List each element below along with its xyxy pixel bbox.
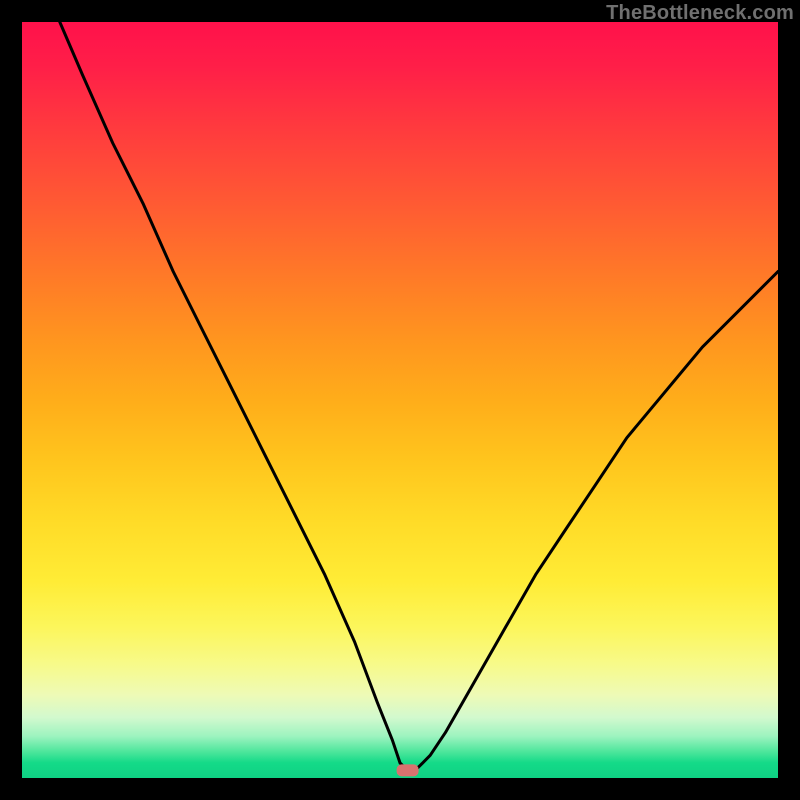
optimal-marker [397,764,419,776]
chart-frame: TheBottleneck.com [0,0,800,800]
bottleneck-curve [60,22,778,770]
plot-area [22,22,778,778]
curve-layer [22,22,778,778]
